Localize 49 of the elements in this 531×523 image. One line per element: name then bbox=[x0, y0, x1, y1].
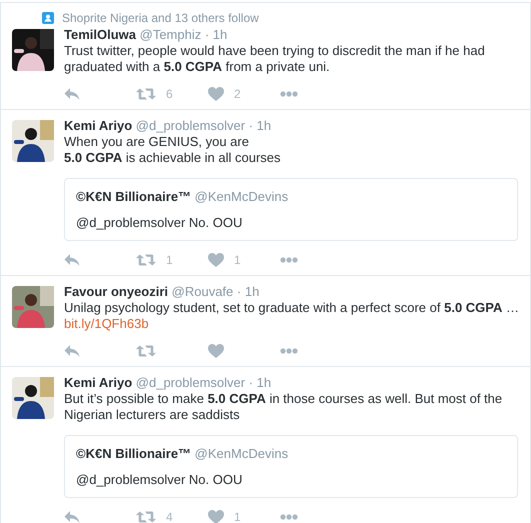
user-handle[interactable]: @d_problemsolver bbox=[136, 375, 246, 390]
user-handle[interactable]: @Temphiz bbox=[140, 27, 202, 42]
tweet-text: Unilag psychology student, set to graduate with a perfect score of 5.0 CGPA … bbox=[64, 300, 520, 316]
more-icon[interactable] bbox=[280, 257, 298, 263]
more-icon[interactable] bbox=[280, 91, 298, 97]
heart-icon[interactable] bbox=[208, 87, 224, 101]
more-icon[interactable] bbox=[280, 514, 298, 520]
tweet-text: Trust twitter, people would have been trying to discredit the man if he had graduated with a 5.0 CGPA from a private uni. bbox=[64, 43, 486, 75]
heart-icon[interactable] bbox=[208, 510, 224, 523]
reply-icon[interactable] bbox=[64, 253, 80, 267]
timestamp[interactable]: · 1h bbox=[248, 375, 272, 390]
reply-icon[interactable] bbox=[64, 344, 80, 358]
quoted-tweet[interactable]: ©K€N Billionaire™ @KenMcDevins @d_problemsolver No. OOU bbox=[64, 435, 518, 498]
quoted-text: @d_problemsolver No. OOU bbox=[76, 215, 244, 231]
quoted-tweet[interactable]: ©K€N Billionaire™ @KenMcDevins @d_problemsolver No. OOU bbox=[64, 178, 518, 241]
like-count: 1 bbox=[234, 253, 241, 267]
heart-icon[interactable] bbox=[208, 344, 224, 358]
tweet-text: When you are GENIUS, you are 5.0 CGPA is achievable in all courses bbox=[64, 134, 282, 166]
retweet-icon[interactable] bbox=[136, 87, 156, 101]
tweet-link[interactable]: bit.ly/1QFh63b bbox=[64, 316, 149, 332]
tweet-text: But it’s possible to make 5.0 CGPA in those courses as well. But most of the Nigerian lecturers are saddists bbox=[64, 391, 504, 423]
user-name[interactable]: Favour onyeoziri bbox=[64, 284, 168, 299]
timestamp[interactable]: · 1h bbox=[204, 27, 228, 42]
retweet-icon[interactable] bbox=[136, 253, 156, 267]
retweet-count: 6 bbox=[166, 87, 173, 101]
like-count: 1 bbox=[234, 510, 241, 523]
social-context[interactable]: Shoprite Nigeria and 13 others follow bbox=[62, 11, 259, 25]
user-handle[interactable]: @Rouvafe bbox=[172, 284, 234, 299]
user-name: ©K€N Billionaire™ bbox=[76, 446, 192, 461]
user-name[interactable]: Kemi Ariyo bbox=[64, 375, 132, 390]
user-name[interactable]: TemilOluwa bbox=[64, 27, 136, 42]
user-handle[interactable]: @d_problemsolver bbox=[136, 118, 246, 133]
user-handle: @KenMcDevins bbox=[194, 189, 288, 204]
retweet-count: 4 bbox=[166, 510, 173, 523]
heart-icon[interactable] bbox=[208, 253, 224, 267]
user-name[interactable]: Kemi Ariyo bbox=[64, 118, 132, 133]
timestamp[interactable]: · 1h bbox=[236, 284, 260, 299]
like-count: 2 bbox=[234, 87, 241, 101]
user-handle: @KenMcDevins bbox=[194, 446, 288, 461]
retweet-count: 1 bbox=[166, 253, 173, 267]
user-name: ©K€N Billionaire™ bbox=[76, 189, 192, 204]
more-icon[interactable] bbox=[280, 348, 298, 354]
reply-icon[interactable] bbox=[64, 510, 80, 523]
person-icon bbox=[42, 12, 54, 24]
quoted-text: @d_problemsolver No. OOU bbox=[76, 472, 244, 488]
timestamp[interactable]: · 1h bbox=[248, 118, 272, 133]
reply-icon[interactable] bbox=[64, 87, 80, 101]
retweet-icon[interactable] bbox=[136, 344, 156, 358]
retweet-icon[interactable] bbox=[136, 510, 156, 523]
